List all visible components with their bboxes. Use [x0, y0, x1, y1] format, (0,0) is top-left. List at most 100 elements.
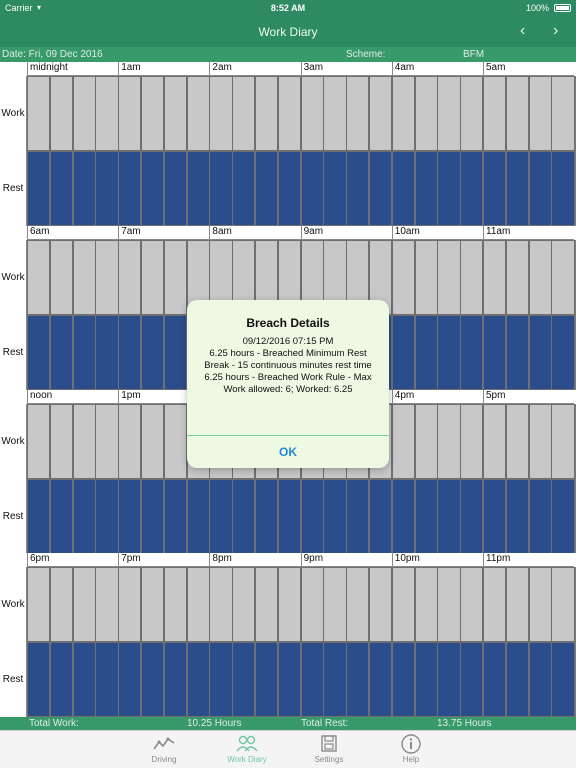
rest-slot[interactable]: [414, 479, 438, 554]
rest-slot[interactable]: [209, 642, 233, 717]
work-slot[interactable]: [551, 240, 575, 315]
work-slot[interactable]: [95, 240, 119, 315]
work-slot[interactable]: [346, 567, 370, 642]
work-slot[interactable]: [483, 567, 507, 642]
work-slot[interactable]: [369, 567, 393, 642]
rest-slot[interactable]: [437, 642, 461, 717]
tab-work-diary[interactable]: Work Diary: [207, 733, 287, 767]
work-slot[interactable]: [437, 404, 461, 479]
work-slot[interactable]: [483, 404, 507, 479]
rest-slot[interactable]: [27, 479, 51, 554]
rest-slot[interactable]: [49, 151, 74, 226]
rest-slot[interactable]: [163, 315, 188, 390]
rest-slot[interactable]: [95, 479, 119, 554]
work-slot[interactable]: [437, 567, 461, 642]
work-slot[interactable]: [277, 76, 302, 151]
tab-settings[interactable]: Settings: [289, 733, 369, 767]
work-slot[interactable]: [163, 404, 188, 479]
rest-slot[interactable]: [391, 315, 416, 390]
work-slot[interactable]: [163, 76, 188, 151]
rest-slot[interactable]: [95, 315, 119, 390]
work-slot[interactable]: [255, 567, 279, 642]
work-slot[interactable]: [118, 240, 142, 315]
rest-slot[interactable]: [460, 315, 484, 390]
rest-slot[interactable]: [437, 479, 461, 554]
next-day-button[interactable]: ›: [553, 22, 558, 40]
rest-slot[interactable]: [437, 315, 461, 390]
rest-slot[interactable]: [346, 479, 370, 554]
rest-slot[interactable]: [414, 315, 438, 390]
rest-slot[interactable]: [460, 642, 484, 717]
rest-slot[interactable]: [483, 642, 507, 717]
rest-slot[interactable]: [27, 315, 51, 390]
rest-slot[interactable]: [528, 315, 552, 390]
work-slot[interactable]: [186, 76, 210, 151]
rest-slot[interactable]: [163, 151, 188, 226]
work-slot[interactable]: [437, 76, 461, 151]
rest-slot[interactable]: [186, 479, 210, 554]
rest-slot[interactable]: [505, 479, 530, 554]
rest-slot[interactable]: [528, 151, 552, 226]
work-slot[interactable]: [391, 240, 416, 315]
rest-slot[interactable]: [49, 642, 74, 717]
rest-slot[interactable]: [483, 151, 507, 226]
work-slot[interactable]: [118, 76, 142, 151]
work-slot[interactable]: [49, 567, 74, 642]
work-slot[interactable]: [369, 76, 393, 151]
rest-slot[interactable]: [49, 315, 74, 390]
work-slot[interactable]: [414, 240, 438, 315]
work-slot[interactable]: [391, 404, 416, 479]
rest-slot[interactable]: [186, 151, 210, 226]
rest-slot[interactable]: [300, 642, 324, 717]
work-slot[interactable]: [505, 567, 530, 642]
rest-slot[interactable]: [300, 479, 324, 554]
rest-slot[interactable]: [391, 642, 416, 717]
rest-slot[interactable]: [346, 642, 370, 717]
ok-button[interactable]: OK: [187, 436, 389, 468]
work-slot[interactable]: [277, 567, 302, 642]
work-slot[interactable]: [141, 404, 165, 479]
work-slot[interactable]: [460, 404, 484, 479]
rest-slot[interactable]: [391, 479, 416, 554]
work-slot[interactable]: [118, 567, 142, 642]
rest-slot[interactable]: [186, 642, 210, 717]
rest-slot[interactable]: [72, 642, 96, 717]
rest-slot[interactable]: [277, 642, 302, 717]
rest-slot[interactable]: [209, 479, 233, 554]
rest-slot[interactable]: [505, 642, 530, 717]
rest-slot[interactable]: [414, 642, 438, 717]
rest-slot[interactable]: [95, 642, 119, 717]
work-slot[interactable]: [483, 76, 507, 151]
work-slot[interactable]: [232, 567, 256, 642]
rest-slot[interactable]: [483, 315, 507, 390]
rest-slot[interactable]: [300, 151, 324, 226]
work-slot[interactable]: [300, 567, 324, 642]
rest-slot[interactable]: [118, 479, 142, 554]
work-slot[interactable]: [528, 76, 552, 151]
work-slot[interactable]: [391, 76, 416, 151]
tab-driving[interactable]: Driving: [124, 733, 204, 767]
rest-slot[interactable]: [72, 315, 96, 390]
work-slot[interactable]: [209, 567, 233, 642]
work-slot[interactable]: [72, 240, 96, 315]
work-slot[interactable]: [141, 240, 165, 315]
rest-slot[interactable]: [118, 315, 142, 390]
work-slot[interactable]: [27, 404, 51, 479]
rest-slot[interactable]: [72, 479, 96, 554]
rest-slot[interactable]: [391, 151, 416, 226]
rest-slot[interactable]: [232, 642, 256, 717]
work-slot[interactable]: [27, 240, 51, 315]
rest-slot[interactable]: [460, 151, 484, 226]
work-slot[interactable]: [505, 76, 530, 151]
work-slot[interactable]: [414, 404, 438, 479]
rest-slot[interactable]: [49, 479, 74, 554]
rest-slot[interactable]: [551, 479, 575, 554]
rest-slot[interactable]: [551, 315, 575, 390]
work-slot[interactable]: [27, 567, 51, 642]
rest-slot[interactable]: [369, 151, 393, 226]
rest-slot[interactable]: [437, 151, 461, 226]
work-slot[interactable]: [551, 404, 575, 479]
rest-slot[interactable]: [255, 151, 279, 226]
work-slot[interactable]: [483, 240, 507, 315]
rest-slot[interactable]: [141, 642, 165, 717]
